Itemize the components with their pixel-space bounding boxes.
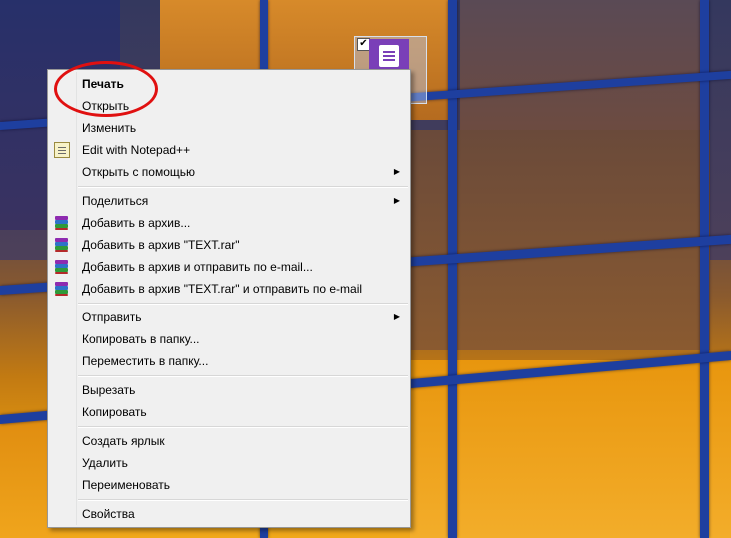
menu-item-edit-notepadpp[interactable]: Edit with Notepad++ xyxy=(50,139,408,161)
menu-item-add-to-archive[interactable]: Добавить в архив... xyxy=(50,212,408,234)
menu-item-label: Добавить в архив и отправить по e-mail..… xyxy=(82,260,313,274)
winrar-icon xyxy=(54,215,70,231)
menu-item-label: Открыть с помощью xyxy=(82,165,196,179)
menu-item-send-to[interactable]: Отправить ▶ xyxy=(50,306,408,328)
menu-item-add-text-rar-email[interactable]: Добавить в архив "TEXT.rar" и отправить … xyxy=(50,278,408,300)
menu-item-label: Добавить в архив... xyxy=(82,216,191,230)
notepad-plus-plus-icon xyxy=(54,142,70,158)
menu-item-properties[interactable]: Свойства xyxy=(50,503,408,525)
submenu-arrow-icon: ▶ xyxy=(393,312,400,321)
menu-item-delete[interactable]: Удалить xyxy=(50,452,408,474)
menu-item-add-to-text-rar[interactable]: Добавить в архив "TEXT.rar" xyxy=(50,234,408,256)
menu-item-label: Вырезать xyxy=(82,383,136,397)
menu-item-label: Переместить в папку... xyxy=(82,354,209,368)
menu-item-move-to-folder[interactable]: Переместить в папку... xyxy=(50,350,408,372)
menu-item-copy-to-folder[interactable]: Копировать в папку... xyxy=(50,328,408,350)
winrar-icon xyxy=(54,259,70,275)
menu-separator xyxy=(78,499,408,501)
menu-item-label: Отправить xyxy=(82,310,142,324)
menu-item-share[interactable]: Поделиться ▶ xyxy=(50,190,408,212)
annotation-circle xyxy=(54,61,158,117)
menu-separator xyxy=(78,303,408,305)
menu-item-label: Добавить в архив "TEXT.rar" и отправить … xyxy=(82,282,363,296)
menu-item-rename[interactable]: Переименовать xyxy=(50,474,408,496)
menu-item-create-shortcut[interactable]: Создать ярлык xyxy=(50,430,408,452)
menu-item-edit[interactable]: Изменить xyxy=(50,117,408,139)
menu-separator xyxy=(78,186,408,188)
winrar-icon xyxy=(54,237,70,253)
winrar-icon xyxy=(54,281,70,297)
menu-item-label: Создать ярлык xyxy=(82,434,165,448)
menu-item-label: Добавить в архив "TEXT.rar" xyxy=(82,238,240,252)
menu-item-label: Поделиться xyxy=(82,194,149,208)
context-menu: Печать Открыть Изменить Edit with Notepa… xyxy=(47,69,411,528)
menu-item-label: Копировать в папку... xyxy=(82,332,200,346)
menu-item-add-archive-email[interactable]: Добавить в архив и отправить по e-mail..… xyxy=(50,256,408,278)
menu-item-label: Edit with Notepad++ xyxy=(82,143,191,157)
submenu-arrow-icon: ▶ xyxy=(393,196,400,205)
menu-item-open-with[interactable]: Открыть с помощью ▶ xyxy=(50,161,408,183)
menu-item-cut[interactable]: Вырезать xyxy=(50,379,408,401)
menu-item-label: Свойства xyxy=(82,507,135,521)
menu-item-label: Копировать xyxy=(82,405,147,419)
menu-item-label: Удалить xyxy=(82,456,128,470)
menu-separator xyxy=(78,426,408,428)
submenu-arrow-icon: ▶ xyxy=(393,167,400,176)
menu-item-label: Переименовать xyxy=(82,478,170,492)
menu-item-label: Изменить xyxy=(82,121,137,135)
menu-separator xyxy=(78,375,408,377)
menu-item-copy[interactable]: Копировать xyxy=(50,401,408,423)
